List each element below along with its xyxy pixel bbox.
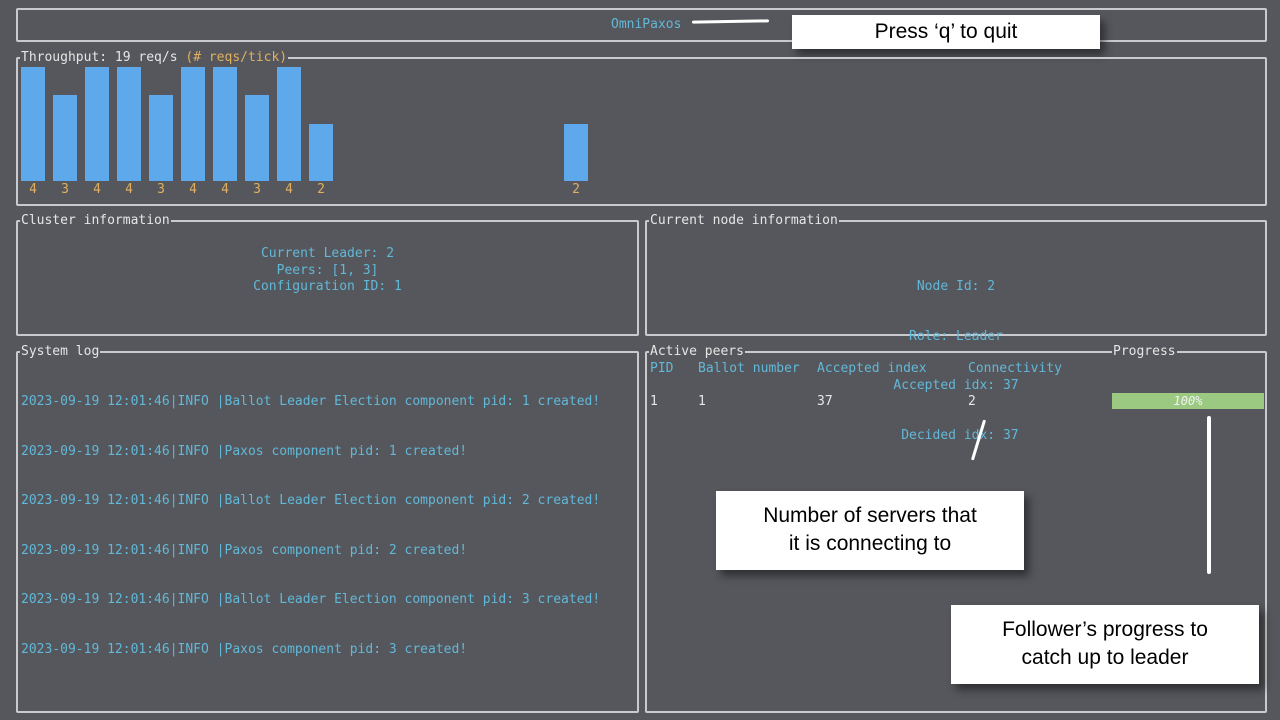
throughput-bar — [181, 67, 205, 181]
column-header-connectivity: Connectivity — [968, 361, 1062, 376]
throughput-bar-label: 2 — [572, 182, 580, 197]
peer-pid: 1 — [650, 394, 658, 409]
peer-ballot: 1 — [698, 394, 706, 409]
peers-list: Peers: [1, 3] — [276, 262, 379, 278]
throughput-bar — [117, 67, 141, 181]
system-log-panel[interactable]: System log 2023-09-19 12:01:46|INFO |Bal… — [16, 343, 639, 713]
throughput-bar-label: 2 — [317, 182, 325, 197]
throughput-bar — [277, 67, 301, 181]
throughput-bar — [85, 67, 109, 181]
cluster-information-panel: Cluster information Current Leader: 2 Pe… — [16, 212, 639, 336]
throughput-title: Throughput: 19 req/s (# reqs/tick) — [20, 49, 289, 67]
peer-accepted-index: 37 — [817, 394, 833, 409]
peer-connectivity: 2 — [968, 394, 976, 409]
throughput-bar-label: 4 — [189, 182, 197, 197]
column-header-ballot-number: Ballot number — [698, 361, 800, 376]
throughput-label: Throughput: 19 req/s — [21, 50, 186, 65]
progress-bar: 100% — [1112, 393, 1264, 409]
throughput-bar-label: 3 — [157, 182, 165, 197]
progress-annotation-line2: catch up to leader — [1021, 646, 1189, 669]
app-title: OmniPaxos — [611, 17, 682, 32]
throughput-bar — [564, 124, 588, 181]
connectivity-annotation-line1: Number of servers that — [763, 504, 977, 527]
log-line: 2023-09-19 12:01:46|INFO |Paxos componen… — [21, 542, 468, 558]
current-leader: Current Leader: 2 — [260, 246, 395, 261]
throughput-panel: Throughput: 19 req/s (# reqs/tick) 4 3 4 4 3… — [16, 49, 1267, 206]
progress-bar-label: 100% — [1173, 394, 1203, 408]
current-node-information-title: Current node information — [649, 212, 839, 230]
throughput-bar-label: 4 — [221, 182, 229, 197]
throughput-bar-label: 4 — [29, 182, 37, 197]
throughput-bar — [21, 67, 45, 181]
log-line: 2023-09-19 12:01:46|INFO |Ballot Leader … — [21, 394, 601, 409]
system-log-title: System log — [20, 343, 101, 361]
throughput-bar — [245, 95, 269, 181]
annotation-stroke-progress — [1207, 416, 1211, 574]
log-line: 2023-09-19 12:01:46|INFO |Paxos componen… — [21, 443, 468, 459]
log-line: 2023-09-19 12:01:46|INFO |Paxos componen… — [21, 641, 468, 657]
progress-annotation-line1: Follower’s progress to — [1002, 618, 1208, 641]
quit-annotation: Press ‘q’ to quit — [792, 15, 1100, 49]
throughput-bar-label: 4 — [125, 182, 133, 197]
configuration-id: Configuration ID: 1 — [253, 279, 402, 294]
node-id: Node Id: 2 — [916, 279, 996, 294]
cluster-information-title: Cluster information — [20, 212, 171, 230]
connectivity-annotation: Number of servers that it is connecting … — [716, 491, 1024, 570]
progress-annotation: Follower’s progress to catch up to leade… — [951, 605, 1259, 684]
throughput-bar — [53, 95, 77, 181]
connectivity-annotation-line2: it is connecting to — [788, 532, 952, 555]
throughput-bar — [309, 124, 333, 181]
throughput-bar-label: 3 — [61, 182, 69, 197]
throughput-bar-label: 4 — [285, 182, 293, 197]
current-node-information-panel: Current node information Node Id: 2 Role… — [645, 212, 1267, 443]
throughput-unit: (# reqs/tick) — [185, 50, 288, 65]
throughput-bar — [149, 95, 173, 181]
throughput-bar — [213, 67, 237, 181]
throughput-bar-label: 4 — [93, 182, 101, 197]
log-line: 2023-09-19 12:01:46|INFO |Ballot Leader … — [21, 493, 601, 508]
column-header-pid: PID — [650, 361, 674, 376]
quit-annotation-text: Press ‘q’ to quit — [874, 20, 1018, 43]
progress-title: Progress — [1112, 343, 1177, 361]
column-header-accepted-index: Accepted index — [817, 361, 927, 376]
throughput-bar-label: 3 — [253, 182, 261, 197]
active-peers-title: Active peers — [649, 343, 745, 361]
log-line: 2023-09-19 12:01:46|INFO |Ballot Leader … — [21, 592, 601, 607]
